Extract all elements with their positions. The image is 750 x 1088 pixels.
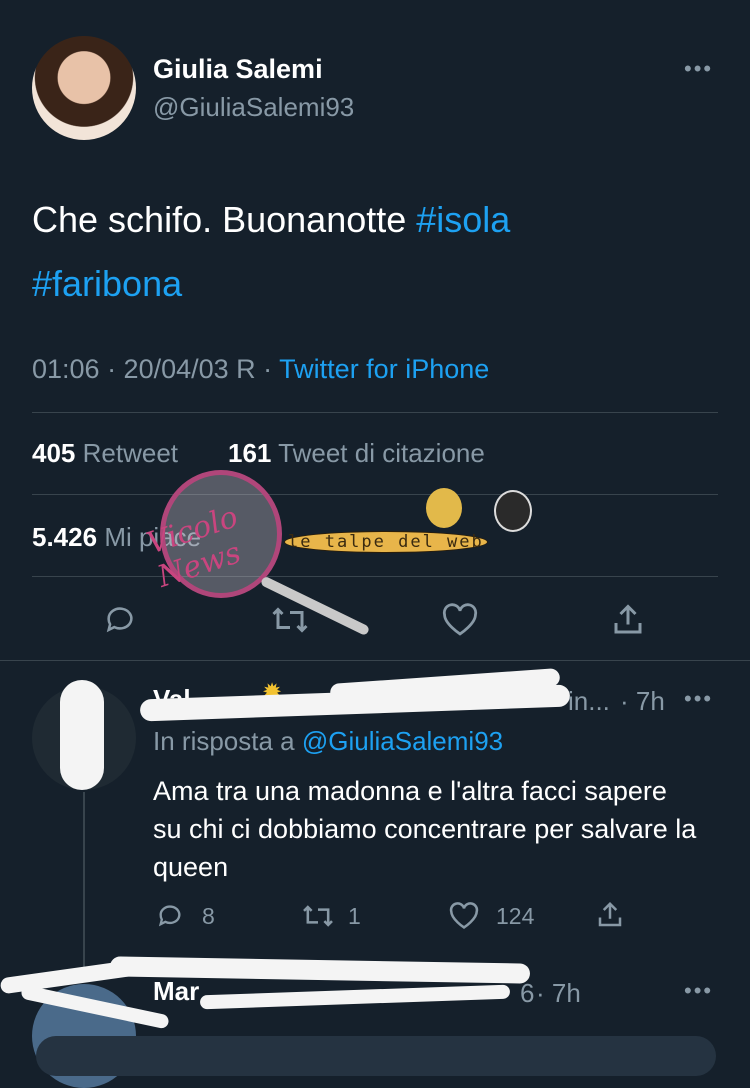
talpe-del-web-text: le talpe del web xyxy=(284,531,489,553)
reply2-author-name[interactable]: Mar xyxy=(153,976,199,1007)
reply-retweet-count: 1 xyxy=(348,903,361,929)
divider xyxy=(32,494,718,495)
tweet-text-plain: Che schifo. Buonanotte xyxy=(32,199,417,240)
compose-reply-bar[interactable] xyxy=(36,1036,716,1076)
more-options-icon[interactable]: ••• xyxy=(684,56,713,82)
tweet-timestamp: 01:06 · 20/04/03 R · xyxy=(32,354,280,384)
divider xyxy=(32,576,718,577)
reply-icon[interactable] xyxy=(98,600,142,640)
tweet-source[interactable]: Twitter for iPhone xyxy=(279,354,489,384)
author-avatar[interactable] xyxy=(32,36,136,140)
reply-time: · 7h xyxy=(620,686,665,716)
tweet-text: Che schifo. Buonanotte #isola #faribona xyxy=(32,188,712,316)
divider xyxy=(32,412,718,413)
tweet-meta: 01:06 · 20/04/03 R · Twitter for iPhone xyxy=(32,354,489,385)
reply2-handle-tail: 6 xyxy=(520,978,535,1008)
redaction-scribble xyxy=(60,680,104,790)
reply-like-icon[interactable] xyxy=(446,900,482,932)
reply-like-count: 124 xyxy=(496,903,535,929)
retweet-stats[interactable]: 405 Retweet xyxy=(32,438,178,469)
reply-text: Ama tra una madonna e l'altra facci sape… xyxy=(153,776,697,882)
thread-line xyxy=(83,792,85,972)
talpe-characters xyxy=(426,488,462,528)
share-icon[interactable] xyxy=(606,600,650,640)
hashtag-faribona[interactable]: #faribona xyxy=(32,263,182,304)
author-handle[interactable]: @GiuliaSalemi93 xyxy=(153,92,354,123)
reply-retweet-icon[interactable] xyxy=(298,900,338,932)
section-divider xyxy=(0,660,750,661)
reply-to-prefix: In risposta a xyxy=(153,726,302,756)
reply2-time: · 7h xyxy=(536,978,581,1008)
author-name[interactable]: Giulia Salemi xyxy=(153,54,323,85)
quote-count: 161 xyxy=(228,438,272,468)
reply-share-icon[interactable] xyxy=(592,898,628,932)
reply-reply-count: 8 xyxy=(202,903,215,929)
reply-reply-icon[interactable] xyxy=(153,900,187,932)
reply-handle-tail: in... xyxy=(568,686,610,716)
reply2-more-options-icon[interactable]: ••• xyxy=(684,978,713,1004)
redaction-scribble xyxy=(199,984,511,1010)
retweet-count: 405 xyxy=(32,438,76,468)
like-icon[interactable] xyxy=(438,600,482,640)
quote-stats[interactable]: 161 Tweet di citazione xyxy=(228,438,485,469)
talpe-characters xyxy=(494,490,532,532)
reply-to-line: In risposta a @GiuliaSalemi93 xyxy=(153,726,503,757)
quote-label: Tweet di citazione xyxy=(278,438,485,468)
retweet-label: Retweet xyxy=(82,438,179,468)
hashtag-isola[interactable]: #isola xyxy=(416,199,510,240)
talpe-del-web-label: le talpe del web xyxy=(284,531,488,553)
like-count: 5.426 xyxy=(32,522,98,552)
reply-more-options-icon[interactable]: ••• xyxy=(684,686,713,712)
reply-to-handle[interactable]: @GiuliaSalemi93 xyxy=(302,726,503,756)
